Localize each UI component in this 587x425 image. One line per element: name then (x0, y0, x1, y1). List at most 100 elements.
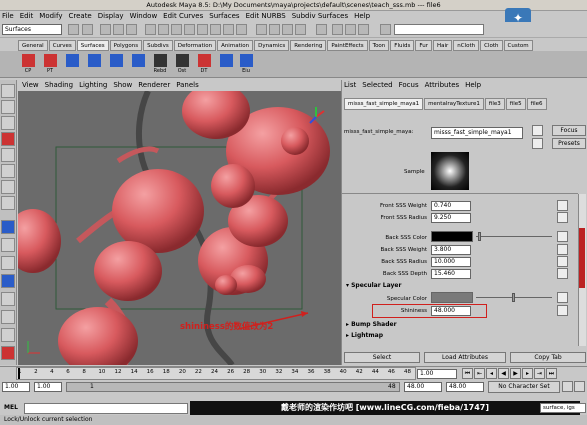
menu-edit-nurbs[interactable]: Edit NURBS (246, 11, 286, 22)
shelf-tab-painteffects[interactable]: PaintEffects (327, 40, 368, 51)
ae-menu-list[interactable]: List (344, 80, 356, 91)
back-sss-depth-map-icon[interactable] (557, 268, 568, 279)
shelf-cylinder-tool[interactable] (106, 53, 126, 77)
front-sss-weight-field[interactable]: 0.740 (431, 201, 471, 211)
back-sss-radius-field[interactable]: 10.000 (431, 257, 471, 267)
focus-arrow-icon[interactable] (532, 125, 543, 136)
go-to-end-icon[interactable]: ⏭ (546, 368, 557, 379)
current-frame-field[interactable]: 1.00 (417, 369, 457, 379)
load-attributes-button[interactable]: Load Attributes (424, 352, 506, 363)
vp-menu-show[interactable]: Show (113, 80, 132, 91)
single-view-icon[interactable] (1, 220, 15, 234)
shelf-tab-ncloth[interactable]: nCloth (453, 40, 480, 51)
mask-misc-icon[interactable] (236, 24, 247, 35)
vp-menu-view[interactable]: View (22, 80, 39, 91)
shelf-tab-custom[interactable]: Custom (503, 40, 533, 51)
menu-set-dropdown[interactable]: Surfaces (2, 24, 62, 35)
node-name-field[interactable]: misss_fast_simple_maya1 (431, 127, 523, 139)
ae-tab-file5[interactable]: file5 (505, 98, 526, 110)
shelf-cp-curve-tool[interactable]: CP (18, 53, 38, 77)
snap-plane-icon[interactable] (295, 24, 306, 35)
menu-edit-curves[interactable]: Edit Curves (163, 11, 203, 22)
back-sss-color-slider[interactable] (476, 236, 552, 237)
command-input[interactable] (24, 403, 188, 414)
copy-tab-button[interactable]: Copy Tab (510, 352, 586, 363)
back-sss-color-swatch[interactable] (431, 231, 473, 242)
shelf-loft-tool[interactable] (216, 53, 236, 77)
specular-layer-section[interactable]: ▾ Specular Layer (346, 282, 401, 289)
vp-menu-panels[interactable]: Panels (176, 80, 199, 91)
render-icon[interactable] (332, 24, 343, 35)
mask-surface-icon[interactable] (184, 24, 195, 35)
shelf-tab-animation[interactable]: Animation (217, 40, 254, 51)
back-sss-color-map-icon[interactable] (557, 231, 568, 242)
scale-tool-icon[interactable] (1, 164, 15, 178)
front-sss-weight-map-icon[interactable] (557, 200, 568, 211)
mask-deform-icon[interactable] (197, 24, 208, 35)
focus-button[interactable]: Focus (552, 125, 586, 136)
shelf-detach-tool[interactable]: DT (194, 53, 214, 77)
shelf-tab-toon[interactable]: Toon (368, 40, 390, 51)
play-forward-icon[interactable]: ▶ (510, 368, 521, 379)
step-forward-key-icon[interactable]: ⇥ (534, 368, 545, 379)
last-tool-icon[interactable] (1, 196, 15, 210)
shelf-tab-curves[interactable]: Curves (48, 40, 76, 51)
ae-menu-attributes[interactable]: Attributes (425, 80, 460, 91)
anim-prefs-icon[interactable] (574, 381, 585, 392)
paint-select-icon[interactable] (1, 116, 15, 130)
shelf-rebuild-tool[interactable]: Rebd (150, 53, 170, 77)
shelf-pencil-curve-tool[interactable]: PT (40, 53, 60, 77)
menu-surfaces[interactable]: Surfaces (209, 11, 239, 22)
shelf-sphere-tool[interactable] (62, 53, 82, 77)
shelf-cube-tool[interactable] (84, 53, 104, 77)
range-end-field[interactable]: 48.00 (404, 382, 442, 392)
ae-tab-file6[interactable]: file6 (526, 98, 547, 110)
manipulator-icon[interactable] (1, 180, 15, 194)
specular-color-swatch[interactable] (431, 292, 473, 303)
back-sss-weight-map-icon[interactable] (557, 244, 568, 255)
front-sss-radius-field[interactable]: 9.250 (431, 213, 471, 223)
step-back-frame-icon[interactable]: ◂ (486, 368, 497, 379)
snap-grid-icon[interactable] (256, 24, 267, 35)
select-tool-icon[interactable] (1, 84, 15, 98)
mask-render-icon[interactable] (223, 24, 234, 35)
snap-point-icon[interactable] (282, 24, 293, 35)
front-sss-radius-map-icon[interactable] (557, 212, 568, 223)
menu-window[interactable]: Window (130, 11, 158, 22)
menu-display[interactable]: Display (98, 11, 124, 22)
shelf-tab-hair[interactable]: Hair (432, 40, 453, 51)
shelf-tab-dynamics[interactable]: Dynamics (254, 40, 290, 51)
persp-outliner-icon[interactable] (1, 256, 15, 270)
range-inner-start-field[interactable]: 1.00 (34, 382, 62, 392)
lasso-tool-icon[interactable] (1, 100, 15, 114)
menu-edit[interactable]: Edit (20, 11, 34, 22)
ae-tab-file3[interactable]: file3 (484, 98, 505, 110)
back-sss-color-knob[interactable] (478, 232, 481, 241)
shelf-offset-tool[interactable]: Ost (172, 53, 192, 77)
step-forward-frame-icon[interactable]: ▸ (522, 368, 533, 379)
menu-create[interactable]: Create (68, 11, 91, 22)
select-object-icon[interactable] (113, 24, 124, 35)
shelf-plane-tool[interactable] (128, 53, 148, 77)
shelf-tab-general[interactable]: General (18, 40, 48, 51)
presets-button[interactable]: Presets (552, 138, 586, 149)
shelf-tab-subdivs[interactable]: Subdivs (143, 40, 173, 51)
time-slider[interactable]: 1 2 4 6 8 10 12 14 16 18 20 22 24 26 28 30 32 34 36 38 40 42 4… (0, 366, 587, 380)
shelf-tab-cloth[interactable]: Cloth (480, 40, 503, 51)
auto-key-icon[interactable] (562, 381, 573, 392)
shininess-field[interactable]: 48.000 (431, 306, 471, 316)
ae-tab-misss[interactable]: misss_fast_simple_maya1 (344, 98, 424, 110)
move-tool-icon[interactable] (1, 132, 15, 146)
shelf-tab-surfaces[interactable]: Surfaces (76, 40, 109, 51)
ae-scrollbar-thumb[interactable] (579, 228, 585, 288)
shininess-map-icon[interactable] (557, 305, 568, 316)
go-to-start-icon[interactable]: ⏮ (462, 368, 473, 379)
bump-shader-section[interactable]: ▸ Bump Shader (346, 321, 397, 328)
back-sss-weight-field[interactable]: 3.800 (431, 245, 471, 255)
persp-graph-icon[interactable] (1, 274, 15, 288)
menu-help[interactable]: Help (354, 11, 370, 22)
layout-preset-icon[interactable] (1, 310, 15, 324)
ae-tab-mentalray-texture[interactable]: mentalrayTexture1 (424, 98, 484, 110)
step-back-key-icon[interactable]: ⇤ (474, 368, 485, 379)
snap-curve-icon[interactable] (269, 24, 280, 35)
